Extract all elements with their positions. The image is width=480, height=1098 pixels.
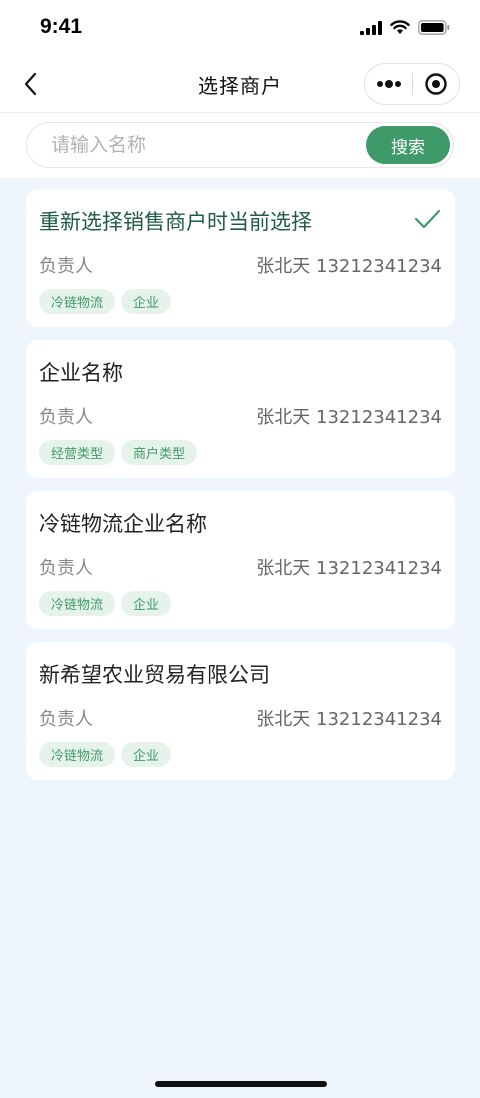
more-button[interactable] <box>365 63 412 105</box>
contact-value: 张北天 13212341234 <box>256 407 442 428</box>
signal-icon <box>360 20 382 35</box>
contact-value: 张北天 13212341234 <box>256 709 442 730</box>
status-icons <box>360 20 450 35</box>
tag: 企业 <box>121 289 172 314</box>
merchant-card[interactable]: 新希望农业贸易有限公司 负责人 张北天 13212341234 冷链物流 企业 <box>26 642 455 780</box>
wifi-icon <box>390 20 410 34</box>
contact-value: 张北天 13212341234 <box>256 256 442 277</box>
tag: 经营类型 <box>39 440 116 465</box>
tag-list: 经营类型 商户类型 <box>39 440 198 465</box>
merchant-card[interactable]: 重新选择销售商户时当前选择 负责人 张北天 13212341234 冷链物流 企… <box>26 189 455 327</box>
battery-icon <box>418 20 450 35</box>
status-bar: 9:41 <box>0 0 480 60</box>
tag-list: 冷链物流 企业 <box>39 742 172 767</box>
contact-value: 张北天 13212341234 <box>256 558 442 579</box>
nav-bar: 选择商户 <box>0 58 480 110</box>
check-icon <box>414 209 441 229</box>
close-miniprogram-button[interactable] <box>413 63 459 105</box>
tag: 企业 <box>121 591 172 616</box>
header-area: 9:41 选择商户 请输入名称 搜索 <box>0 0 480 178</box>
nav-divider <box>0 112 480 113</box>
capsule-menu <box>364 63 460 105</box>
contact-label: 负责人 <box>39 256 93 277</box>
merchant-name: 冷链物流企业名称 <box>39 512 207 536</box>
merchant-name: 重新选择销售商户时当前选择 <box>39 210 312 234</box>
merchant-name: 新希望农业贸易有限公司 <box>39 663 270 687</box>
more-dots-icon <box>376 80 401 88</box>
merchant-list: 重新选择销售商户时当前选择 负责人 张北天 13212341234 冷链物流 企… <box>26 189 455 793</box>
target-close-icon <box>425 73 447 95</box>
contact-label: 负责人 <box>39 558 93 579</box>
tag-list: 冷链物流 企业 <box>39 289 172 314</box>
merchant-card[interactable]: 冷链物流企业名称 负责人 张北天 13212341234 冷链物流 企业 <box>26 491 455 629</box>
merchant-name: 企业名称 <box>39 361 123 385</box>
search-button[interactable]: 搜索 <box>366 126 450 164</box>
status-time: 9:41 <box>40 15 83 38</box>
contact-label: 负责人 <box>39 407 93 428</box>
tag: 冷链物流 <box>39 742 116 767</box>
tag: 商户类型 <box>121 440 198 465</box>
tag: 企业 <box>121 742 172 767</box>
contact-label: 负责人 <box>39 709 93 730</box>
search-input[interactable] <box>51 123 351 167</box>
home-indicator[interactable] <box>155 1081 327 1087</box>
tag: 冷链物流 <box>39 591 116 616</box>
merchant-card[interactable]: 企业名称 负责人 张北天 13212341234 经营类型 商户类型 <box>26 340 455 478</box>
tag: 冷链物流 <box>39 289 116 314</box>
search-bar: 搜索 <box>26 122 454 168</box>
tag-list: 冷链物流 企业 <box>39 591 172 616</box>
